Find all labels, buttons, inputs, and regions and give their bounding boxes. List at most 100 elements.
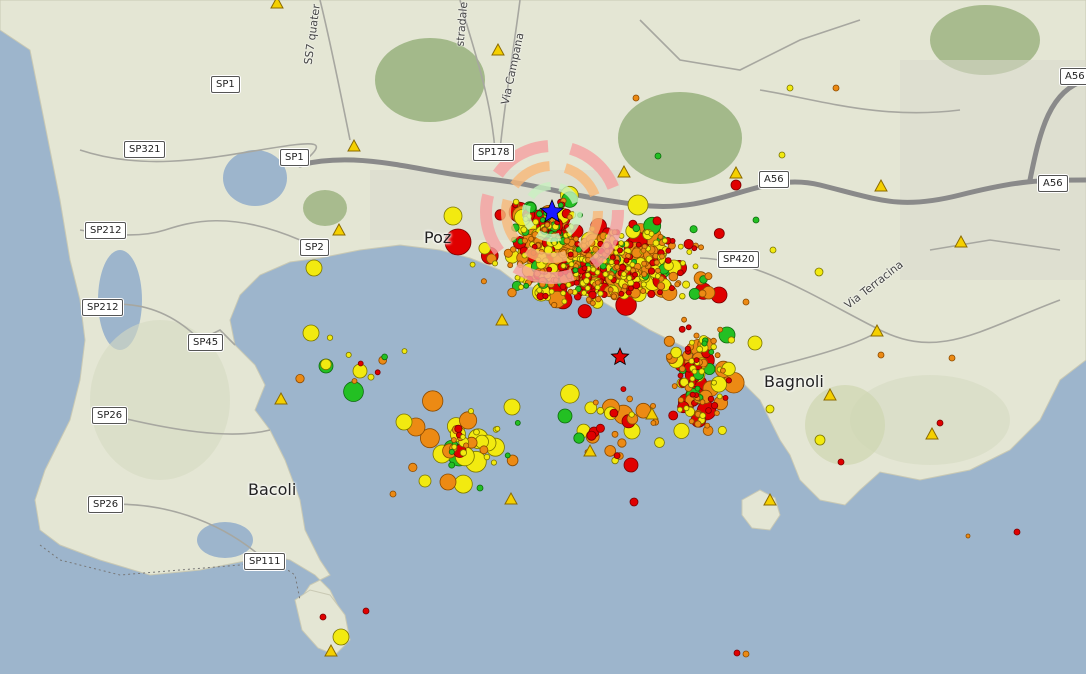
earthquake-marker[interactable] xyxy=(528,235,534,242)
earthquake-marker[interactable] xyxy=(594,279,601,286)
earthquake-marker[interactable] xyxy=(557,202,564,209)
earthquake-marker[interactable] xyxy=(520,226,528,234)
earthquake-marker[interactable] xyxy=(585,256,591,263)
earthquake-marker[interactable] xyxy=(536,287,543,294)
earthquake-marker[interactable] xyxy=(694,420,702,428)
earthquake-marker[interactable] xyxy=(302,324,320,342)
epicenter-star-icon[interactable] xyxy=(610,346,630,366)
earthquake-marker[interactable] xyxy=(560,290,567,297)
earthquake-marker[interactable] xyxy=(701,340,708,347)
earthquake-marker[interactable] xyxy=(453,474,473,494)
seismic-station-icon[interactable] xyxy=(270,0,284,9)
earthquake-marker[interactable] xyxy=(581,289,587,296)
earthquake-marker[interactable] xyxy=(714,410,720,417)
seismic-station-icon[interactable] xyxy=(617,164,631,178)
earthquake-marker[interactable] xyxy=(710,337,717,345)
earthquake-marker[interactable] xyxy=(640,247,647,254)
earthquake-marker[interactable] xyxy=(725,377,732,384)
earthquake-marker[interactable] xyxy=(650,402,657,409)
earthquake-marker[interactable] xyxy=(720,367,726,374)
earthquake-marker[interactable] xyxy=(563,237,571,245)
earthquake-marker[interactable] xyxy=(629,497,639,507)
earthquake-marker[interactable] xyxy=(602,271,609,278)
earthquake-marker[interactable] xyxy=(620,386,627,393)
earthquake-marker[interactable] xyxy=(722,394,729,401)
earthquake-marker[interactable] xyxy=(730,179,742,191)
earthquake-marker[interactable] xyxy=(611,430,619,438)
earthquake-marker[interactable] xyxy=(626,395,633,403)
earthquake-marker[interactable] xyxy=(494,425,501,432)
earthquake-marker[interactable] xyxy=(408,462,418,472)
earthquake-marker[interactable] xyxy=(677,269,684,277)
earthquake-marker[interactable] xyxy=(597,290,604,297)
earthquake-marker[interactable] xyxy=(623,457,639,473)
earthquake-marker[interactable] xyxy=(747,335,763,351)
earthquake-marker[interactable] xyxy=(677,396,685,404)
earthquake-marker[interactable] xyxy=(628,285,634,292)
earthquake-marker[interactable] xyxy=(786,84,794,92)
earthquake-marker[interactable] xyxy=(692,263,699,270)
earthquake-marker[interactable] xyxy=(742,298,750,306)
earthquake-marker[interactable] xyxy=(705,407,712,414)
earthquake-marker[interactable] xyxy=(632,94,640,102)
earthquake-marker[interactable] xyxy=(769,246,777,254)
earthquake-marker[interactable] xyxy=(704,422,711,429)
earthquake-marker[interactable] xyxy=(514,419,521,426)
earthquake-marker[interactable] xyxy=(607,274,614,281)
earthquake-marker[interactable] xyxy=(684,345,691,352)
earthquake-marker[interactable] xyxy=(814,434,826,446)
earthquake-marker[interactable] xyxy=(716,393,723,400)
earthquake-marker[interactable] xyxy=(567,251,574,258)
earthquake-marker[interactable] xyxy=(689,391,696,398)
earthquake-marker[interactable] xyxy=(590,300,596,307)
earthquake-marker[interactable] xyxy=(640,281,647,288)
earthquake-marker[interactable] xyxy=(627,194,649,216)
earthquake-marker[interactable] xyxy=(345,351,352,358)
earthquake-marker[interactable] xyxy=(708,349,715,355)
earthquake-marker[interactable] xyxy=(654,152,662,160)
earthquake-marker[interactable] xyxy=(678,325,686,333)
earthquake-marker[interactable] xyxy=(641,271,648,278)
earthquake-marker[interactable] xyxy=(510,246,517,253)
earthquake-marker[interactable] xyxy=(577,304,592,319)
earthquake-marker[interactable] xyxy=(618,263,627,272)
earthquake-marker[interactable] xyxy=(595,295,602,303)
earthquake-marker[interactable] xyxy=(662,237,668,244)
earthquake-marker[interactable] xyxy=(674,281,681,288)
earthquake-marker[interactable] xyxy=(622,283,628,290)
earthquake-marker[interactable] xyxy=(625,265,632,272)
earthquake-marker[interactable] xyxy=(609,254,616,261)
earthquake-marker[interactable] xyxy=(698,289,707,298)
seismic-station-icon[interactable] xyxy=(495,312,509,326)
earthquake-marker[interactable] xyxy=(566,214,573,221)
earthquake-marker[interactable] xyxy=(343,381,364,402)
earthquake-marker[interactable] xyxy=(665,247,672,254)
earthquake-marker[interactable] xyxy=(654,437,665,448)
earthquake-marker[interactable] xyxy=(614,264,620,270)
earthquake-marker[interactable] xyxy=(607,286,614,293)
earthquake-marker[interactable] xyxy=(657,289,663,296)
earthquake-marker[interactable] xyxy=(422,390,444,412)
earthquake-marker[interactable] xyxy=(542,292,549,300)
earthquake-marker[interactable] xyxy=(671,383,678,390)
earthquake-marker[interactable] xyxy=(448,448,455,455)
seismic-station-icon[interactable] xyxy=(823,387,837,401)
earthquake-marker[interactable] xyxy=(557,408,573,424)
earthquake-marker[interactable] xyxy=(682,280,691,289)
earthquake-marker[interactable] xyxy=(668,410,679,421)
earthquake-marker[interactable] xyxy=(459,411,478,430)
earthquake-marker[interactable] xyxy=(595,423,605,433)
earthquake-marker[interactable] xyxy=(476,484,484,492)
earthquake-marker[interactable] xyxy=(561,298,568,305)
earthquake-marker[interactable] xyxy=(395,413,413,431)
earthquake-marker[interactable] xyxy=(656,282,666,291)
earthquake-marker[interactable] xyxy=(688,287,701,300)
seismic-station-icon[interactable] xyxy=(504,491,518,505)
earthquake-marker[interactable] xyxy=(320,358,332,371)
earthquake-marker[interactable] xyxy=(573,279,580,286)
seismic-station-icon[interactable] xyxy=(347,138,361,152)
earthquake-marker[interactable] xyxy=(381,353,388,361)
earthquake-marker[interactable] xyxy=(664,257,672,264)
earthquake-marker[interactable] xyxy=(351,378,358,384)
earthquake-layer[interactable] xyxy=(0,0,1086,674)
